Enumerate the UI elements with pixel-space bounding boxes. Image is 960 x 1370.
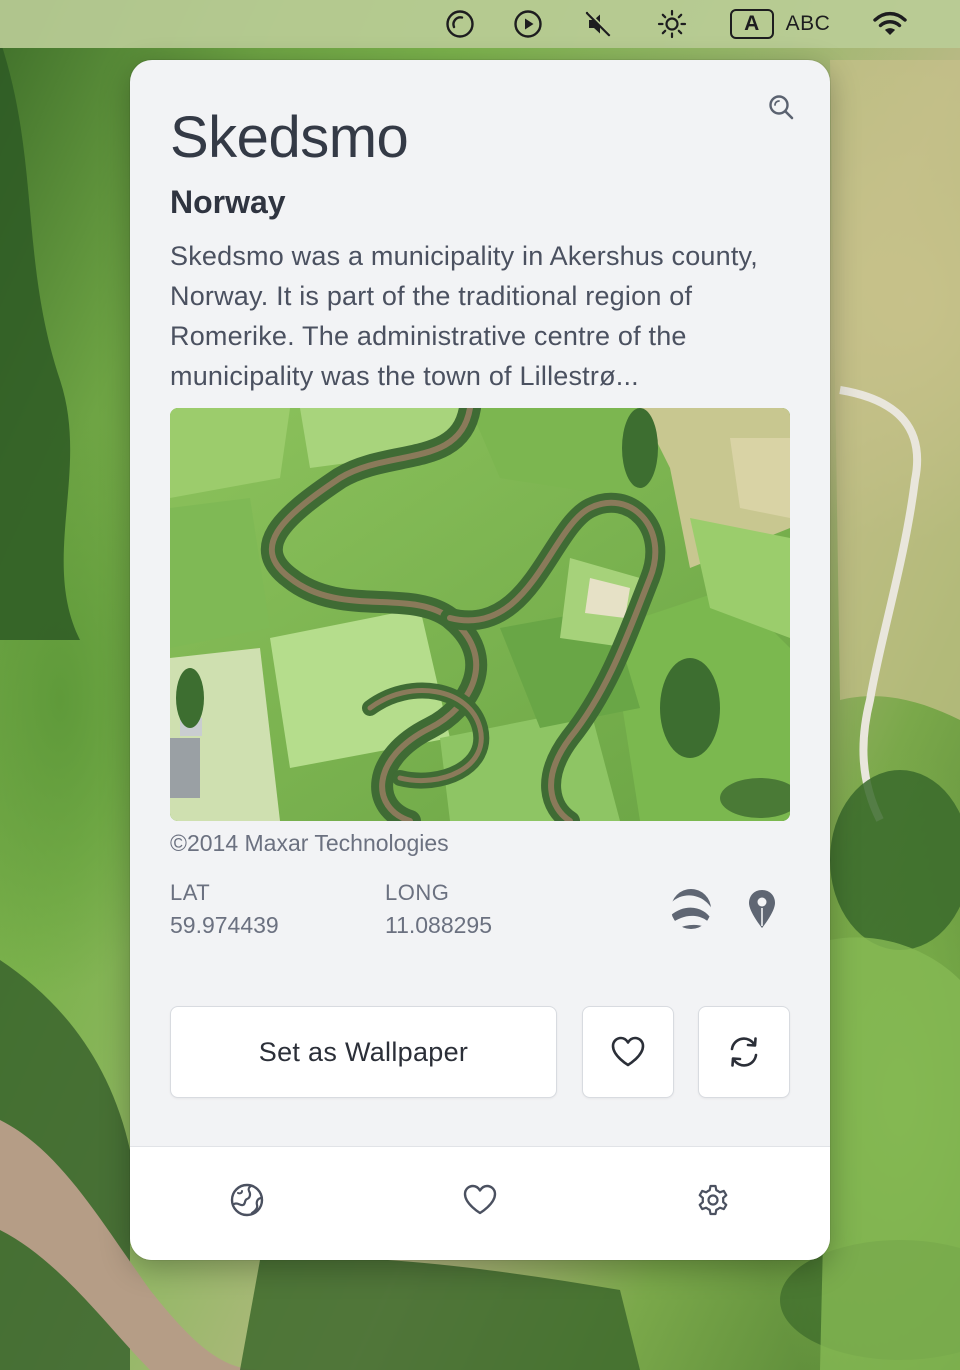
open-in-maps-button[interactable]	[742, 886, 782, 932]
heart-icon	[463, 1184, 497, 1215]
globe-icon	[230, 1183, 264, 1217]
open-in-google-earth-button[interactable]	[666, 886, 716, 932]
place-title: Skedsmo	[170, 105, 409, 170]
place-country: Norway	[170, 184, 286, 220]
search-button[interactable]	[764, 90, 798, 124]
tab-explore[interactable]	[212, 1165, 282, 1235]
set-as-wallpaper-button[interactable]: Set as Wallpaper	[170, 1006, 557, 1098]
speaker-muted-icon	[585, 11, 612, 37]
search-icon	[769, 95, 794, 120]
latitude-label: LAT	[170, 880, 211, 905]
location-popover: Skedsmo Norway Skedsmo was a municipalit…	[130, 60, 830, 1260]
heart-icon	[611, 1036, 645, 1067]
place-description: Skedsmo was a municipality in Akershus c…	[170, 241, 758, 391]
refresh-button[interactable]	[698, 1006, 790, 1098]
menubar-sound[interactable]	[562, 0, 634, 48]
brightness-icon	[657, 9, 687, 39]
input-source-label: ABC	[785, 12, 831, 35]
menu-bar: A ABC	[0, 0, 960, 48]
longitude-label: LONG	[385, 880, 450, 905]
latitude-value: 59.974439	[170, 912, 279, 938]
satellite-image	[170, 408, 790, 821]
refresh-icon	[730, 1037, 758, 1067]
tab-settings[interactable]	[678, 1165, 748, 1235]
image-credit: ©2014 Maxar Technologies	[170, 830, 449, 856]
add-favorite-button[interactable]	[582, 1006, 674, 1098]
tab-favorites[interactable]	[445, 1165, 515, 1235]
play-circle-icon	[514, 10, 542, 38]
input-source-icon: A	[729, 9, 774, 39]
gear-icon	[698, 1184, 728, 1216]
longitude-value: 11.088295	[385, 912, 493, 938]
map-pin-icon	[749, 890, 775, 928]
menubar-input-source[interactable]: A ABC	[710, 0, 850, 48]
menubar-now-playing[interactable]	[494, 0, 562, 48]
sync-circle-icon	[446, 10, 474, 38]
menubar-wifi[interactable]	[850, 0, 930, 48]
menubar-display[interactable]	[634, 0, 710, 48]
wifi-icon	[873, 11, 907, 35]
bottom-tab-bar	[130, 1146, 830, 1260]
menubar-app-status[interactable]	[426, 0, 494, 48]
google-earth-icon	[671, 889, 711, 929]
